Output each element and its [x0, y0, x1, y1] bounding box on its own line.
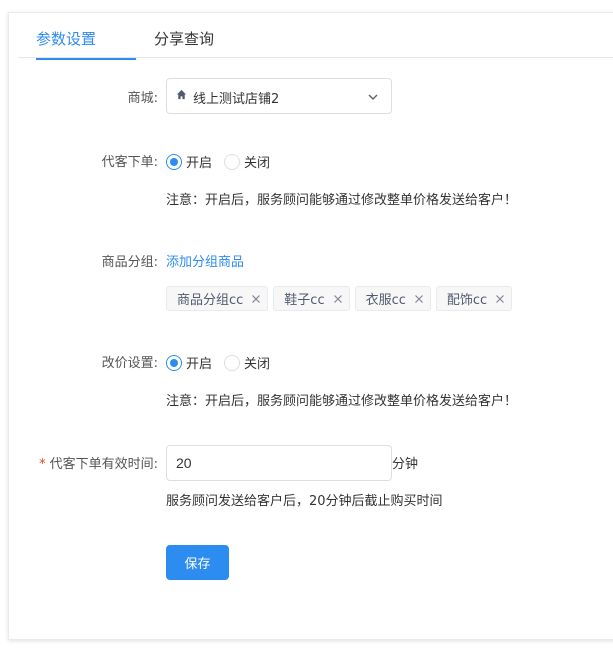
close-icon[interactable] [414, 294, 424, 304]
tag-label: 衣服cc [365, 293, 406, 308]
valid-time-label-text: 代客下单有效时间: [49, 457, 158, 472]
proxy-order-label: 代客下单: [101, 155, 158, 170]
proxy-order-on-label: 开启 [186, 156, 213, 171]
tag-item: 商品分组cc [166, 286, 269, 311]
proxy-order-radio-on[interactable]: 开启 [166, 152, 212, 171]
valid-time-unit: 分钟 [392, 457, 419, 472]
proxy-order-note: 注意：开启后，服务顾问能够通过修改整单价格发送给客户！ [166, 193, 518, 208]
radio-checked-icon [166, 354, 182, 371]
radio-unchecked-icon [224, 153, 241, 170]
price-edit-on-label: 开启 [186, 357, 213, 372]
radio-unchecked-icon [224, 354, 241, 371]
proxy-order-off-label: 关闭 [244, 156, 271, 171]
price-edit-off-label: 关闭 [244, 357, 271, 372]
tag-label: 商品分组cc [177, 293, 244, 308]
tag-label: 鞋子cc [284, 293, 325, 308]
proxy-order-radio-group: 开启 关闭 [166, 152, 282, 171]
price-edit-radio-off[interactable]: 关闭 [224, 353, 270, 372]
tab-params[interactable]: 参数设置 [36, 26, 136, 60]
price-edit-note: 注意：开启后，服务顾问能够通过修改整单价格发送给客户！ [166, 394, 518, 409]
chevron-down-icon [368, 94, 378, 101]
required-mark: * [39, 457, 46, 472]
tag-label: 配饰cc [446, 293, 488, 308]
product-group-tags: 商品分组cc 鞋子cc 衣服cc 配饰cc [166, 286, 517, 311]
tag-item: 衣服cc [354, 286, 431, 311]
valid-time-input[interactable] [166, 445, 392, 481]
price-edit-radio-group: 开启 关闭 [166, 353, 282, 372]
tab-share-query-label: 分享查询 [154, 30, 215, 48]
tag-item: 鞋子cc [273, 286, 350, 311]
mall-select[interactable]: 线上测试店铺2 [166, 78, 392, 114]
tag-item: 配饰cc [435, 286, 513, 311]
close-icon[interactable] [251, 294, 261, 304]
price-edit-label: 改价设置: [101, 356, 158, 371]
save-button[interactable]: 保存 [166, 545, 229, 580]
valid-time-label: * 代客下单有效时间: [39, 453, 158, 472]
close-icon[interactable] [495, 294, 505, 304]
tab-active-indicator [36, 58, 136, 60]
add-group-product-link[interactable]: 添加分组商品 [166, 251, 244, 270]
radio-checked-icon [166, 153, 182, 170]
tab-share-query[interactable]: 分享查询 [154, 26, 214, 58]
mall-label: 商城: [127, 91, 158, 106]
tab-bar: 参数设置 分享查询 [18, 26, 613, 60]
price-edit-radio-on[interactable]: 开启 [166, 353, 212, 372]
close-icon[interactable] [333, 294, 343, 304]
product-group-label: 商品分组: [101, 255, 158, 270]
proxy-order-radio-off[interactable]: 关闭 [224, 152, 270, 171]
mall-select-value: 线上测试店铺2 [193, 92, 280, 107]
tab-params-label: 参数设置 [36, 30, 97, 48]
valid-time-hint: 服务顾问发送给客户后，20分钟后截止购买时间 [166, 494, 443, 509]
home-icon [176, 89, 187, 100]
